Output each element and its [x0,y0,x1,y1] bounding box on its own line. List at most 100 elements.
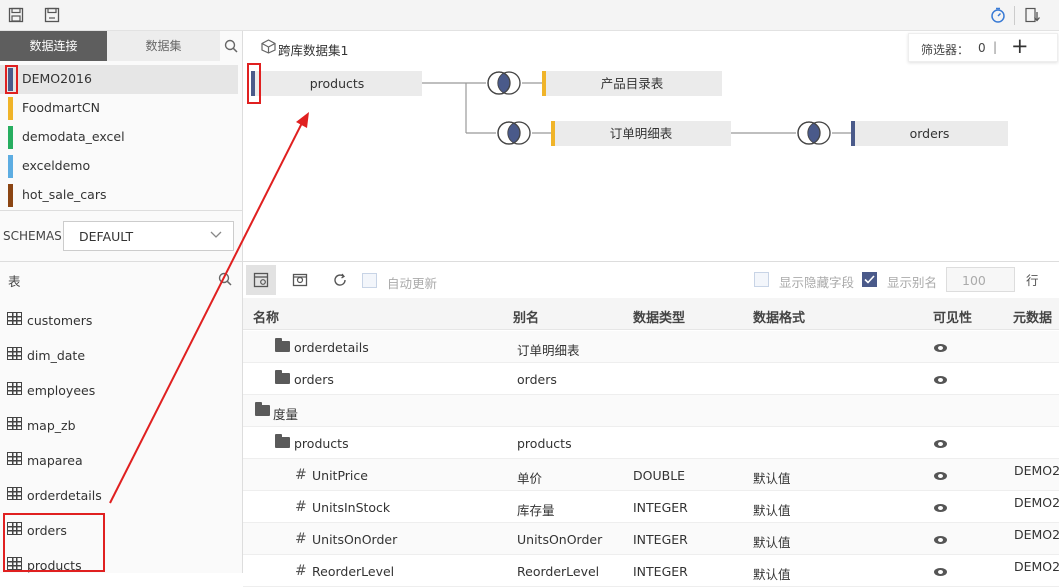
table-row[interactable]: # ReorderLevel ReorderLevel INTEGER 默认值 … [243,555,1059,587]
table-icon [7,312,22,325]
table-icon [7,417,22,430]
cell-name: ReorderLevel [312,564,395,579]
table-row[interactable]: products products [243,427,1059,459]
header-data-format[interactable]: 数据格式 [753,307,805,326]
schemas-label: SCHEMAS [3,229,62,243]
cell-type: INTEGER [633,500,688,515]
table-row[interactable]: orders orders [243,363,1059,395]
table-item-dim-date[interactable]: dim_date [0,338,240,373]
node-product-catalog[interactable]: 产品目录表 [542,71,722,96]
eye-icon[interactable] [934,440,947,448]
rows-unit-label: 行 [1026,273,1039,288]
header-visibility[interactable]: 可见性 [933,307,972,326]
cell-type: INTEGER [633,564,688,579]
cell-format: 默认值 [753,471,791,486]
cell-format: 默认值 [753,503,791,518]
connection-item-foodmartcn[interactable]: FoodmartCN [0,94,238,123]
export-icon[interactable] [1024,7,1040,23]
measure-hash-icon: # [295,499,307,515]
header-metadata[interactable]: 元数据 [1013,307,1052,326]
schemas-select-value: DEFAULT [79,229,134,244]
search-icon[interactable] [218,272,232,290]
inner-join-icon[interactable] [486,70,522,96]
node-color-bar [542,71,546,96]
node-color-bar [851,121,855,146]
schemas-select[interactable]: DEFAULT [63,221,234,251]
table-item-orderdetails[interactable]: orderdetails [0,478,240,513]
show-hidden-checkbox[interactable] [754,272,769,287]
inner-join-icon[interactable] [796,120,832,146]
cell-alias: 单价 [517,471,543,486]
connection-color-bar [8,97,13,120]
table-row[interactable]: 度量 [243,395,1059,427]
eye-icon[interactable] [934,344,947,352]
table-row[interactable]: # UnitsInStock 库存量 INTEGER 默认值 DEMO2 [243,491,1059,523]
show-alias-checkbox[interactable] [862,272,877,287]
table-row[interactable]: orderdetails 订单明细表 [243,331,1059,363]
refresh-icon[interactable] [332,272,348,292]
eye-icon[interactable] [934,536,947,544]
node-products[interactable]: products [252,71,422,96]
connection-label: demodata_excel [22,129,125,144]
table-row[interactable]: # UnitsOnOrder UnitsOnOrder INTEGER 默认值 … [243,523,1059,555]
table-item-map-zb[interactable]: map_zb [0,408,240,443]
table-icon [7,487,22,500]
table-item-employees[interactable]: employees [0,373,240,408]
connection-item-demo2016[interactable]: DEMO2016 [0,65,238,94]
field-grid: 自动更新 显示隐藏字段 显示别名 100 行 名称 别名 数据类型 数据格式 可… [243,262,1059,587]
preview-icon[interactable] [292,272,308,292]
eye-icon[interactable] [934,568,947,576]
header-data-type[interactable]: 数据类型 [633,307,685,326]
toolbar-divider [1014,6,1015,25]
grid-view-button[interactable] [246,265,276,295]
folder-open-icon [255,402,270,416]
divider [0,261,242,262]
node-order-details[interactable]: 订单明细表 [551,121,731,146]
inner-join-icon[interactable] [496,120,532,146]
cell-alias: 库存量 [517,503,555,518]
table-row[interactable]: # UnitPrice 单价 DOUBLE 默认值 DEMO2 [243,459,1059,491]
table-item-customers[interactable]: customers [0,303,240,338]
tab-data-connections[interactable]: 数据连接 [0,31,107,61]
eye-icon[interactable] [934,376,947,384]
cell-format: 默认值 [753,567,791,582]
save-icon[interactable] [8,7,24,23]
table-icon [7,382,22,395]
table-label: maparea [27,453,83,468]
folder-icon [275,370,290,384]
cell-type: DOUBLE [633,468,686,483]
cell-metadata: DEMO2 [1014,495,1059,510]
connection-label: DEMO2016 [22,71,92,86]
show-hidden-label: 显示隐藏字段 [779,275,855,290]
connection-item-hot-sale-cars[interactable]: hot_sale_cars [0,181,238,210]
table-item-maparea[interactable]: maparea [0,443,240,478]
cell-name: orders [294,372,334,387]
connection-color-bar [8,155,13,178]
node-orders[interactable]: orders [851,121,1008,146]
header-name[interactable]: 名称 [253,307,279,326]
grid-header: 名称 别名 数据类型 数据格式 可见性 元数据 [243,298,1059,330]
header-alias[interactable]: 别名 [513,307,539,326]
auto-update-label: 自动更新 [387,276,438,291]
node-label: 订单明细表 [609,126,673,141]
cell-format: 默认值 [753,535,791,550]
cell-metadata: DEMO2 [1014,559,1059,574]
save-as-icon[interactable] [44,7,60,23]
cell-alias: orders [517,372,557,387]
connection-item-exceldemo[interactable]: exceldemo [0,152,238,181]
cell-name: orderdetails [294,340,369,355]
annotation-highlight-box [247,63,261,104]
cell-name: 度量 [273,407,299,422]
connection-item-demodata-excel[interactable]: demodata_excel [0,123,238,152]
table-icon [7,452,22,465]
auto-update-checkbox[interactable] [362,273,377,288]
rows-input[interactable]: 100 [946,267,1015,292]
cell-alias: UnitsOnOrder [517,532,603,547]
join-lines [422,82,851,134]
annotation-highlight-box [3,513,105,572]
tab-datasets[interactable]: 数据集 [107,31,220,61]
timer-icon[interactable] [990,7,1006,23]
eye-icon[interactable] [934,472,947,480]
search-icon[interactable] [224,39,238,57]
eye-icon[interactable] [934,504,947,512]
